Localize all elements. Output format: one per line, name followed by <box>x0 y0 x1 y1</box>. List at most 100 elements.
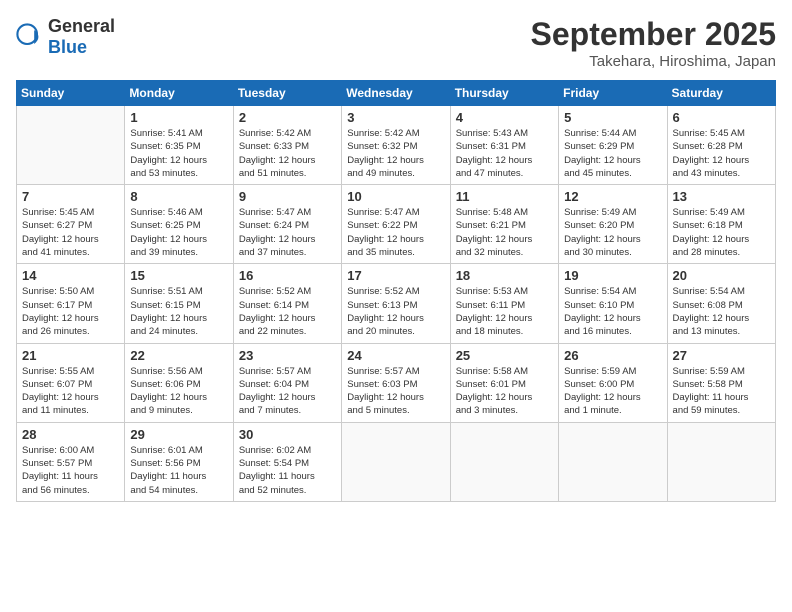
calendar-cell: 20Sunrise: 5:54 AM Sunset: 6:08 PM Dayli… <box>667 264 775 343</box>
day-number: 12 <box>564 189 661 204</box>
week-row-1: 1Sunrise: 5:41 AM Sunset: 6:35 PM Daylig… <box>17 106 776 185</box>
day-detail: Sunrise: 5:50 AM Sunset: 6:17 PM Dayligh… <box>22 285 119 338</box>
day-detail: Sunrise: 6:00 AM Sunset: 5:57 PM Dayligh… <box>22 444 119 497</box>
header-row: SundayMondayTuesdayWednesdayThursdayFrid… <box>17 81 776 106</box>
calendar-cell: 22 Sunrise: 5:56 AM Sunset: 6:06 PM Dayli… <box>125 343 233 422</box>
day-number: 19 <box>564 268 661 283</box>
logo-general-label: General <box>48 16 115 37</box>
day-number: 2 <box>239 110 336 125</box>
logo-blue-label: Blue <box>48 37 115 58</box>
calendar-cell: 16Sunrise: 5:52 AM Sunset: 6:14 PM Dayli… <box>233 264 341 343</box>
calendar-cell: 8Sunrise: 5:46 AM Sunset: 6:25 PM Daylig… <box>125 185 233 264</box>
calendar-cell: 7 Sunrise: 5:45 AM Sunset: 6:27 PM Daylig… <box>17 185 125 264</box>
calendar-cell: 12Sunrise: 5:49 AM Sunset: 6:20 PM Dayli… <box>559 185 667 264</box>
week-row-3: 14 Sunrise: 5:50 AM Sunset: 6:17 PM Dayli… <box>17 264 776 343</box>
calendar-cell: 25 Sunrise: 5:58 AM Sunset: 6:01 PM Dayli… <box>450 343 558 422</box>
calendar-cell: 15 Sunrise: 5:51 AM Sunset: 6:15 PM Dayli… <box>125 264 233 343</box>
calendar-cell: 13Sunrise: 5:49 AM Sunset: 6:18 PM Dayli… <box>667 185 775 264</box>
day-detail: Sunrise: 6:01 AM Sunset: 5:56 PM Dayligh… <box>130 444 227 497</box>
calendar-cell: 9 Sunrise: 5:47 AM Sunset: 6:24 PM Daylig… <box>233 185 341 264</box>
month-title: September 2025 <box>531 16 776 53</box>
calendar-body: 1Sunrise: 5:41 AM Sunset: 6:35 PM Daylig… <box>17 106 776 502</box>
day-detail: Sunrise: 5:42 AM Sunset: 6:32 PM Dayligh… <box>347 127 444 180</box>
day-detail: Sunrise: 5:42 AM Sunset: 6:33 PM Dayligh… <box>239 127 336 180</box>
calendar-cell <box>450 422 558 501</box>
day-detail: Sunrise: 5:43 AM Sunset: 6:31 PM Dayligh… <box>456 127 553 180</box>
calendar-cell: 10Sunrise: 5:47 AM Sunset: 6:22 PM Dayli… <box>342 185 450 264</box>
location: Takehara, Hiroshima, Japan <box>531 53 776 70</box>
day-detail: Sunrise: 5:44 AM Sunset: 6:29 PM Dayligh… <box>564 127 661 180</box>
logo-icon <box>16 23 44 51</box>
day-number: 7 <box>22 189 119 204</box>
calendar-cell <box>342 422 450 501</box>
day-number: 4 <box>456 110 553 125</box>
day-number: 11 <box>456 189 553 204</box>
day-detail: Sunrise: 5:45 AM Sunset: 6:28 PM Dayligh… <box>673 127 770 180</box>
day-number: 17 <box>347 268 444 283</box>
calendar-cell: 26 Sunrise: 5:59 AM Sunset: 6:00 PM Dayli… <box>559 343 667 422</box>
day-number: 24 <box>347 348 444 363</box>
day-number: 5 <box>564 110 661 125</box>
calendar-cell: 17 Sunrise: 5:52 AM Sunset: 6:13 PM Dayli… <box>342 264 450 343</box>
day-detail: Sunrise: 5:52 AM Sunset: 6:13 PM Dayligh… <box>347 285 444 338</box>
day-number: 9 <box>239 189 336 204</box>
calendar-cell: 18 Sunrise: 5:53 AM Sunset: 6:11 PM Dayli… <box>450 264 558 343</box>
column-header-wednesday: Wednesday <box>342 81 450 106</box>
day-detail: Sunrise: 5:51 AM Sunset: 6:15 PM Dayligh… <box>130 285 227 338</box>
day-number: 18 <box>456 268 553 283</box>
week-row-5: 28 Sunrise: 6:00 AM Sunset: 5:57 PM Dayli… <box>17 422 776 501</box>
calendar-cell: 6 Sunrise: 5:45 AM Sunset: 6:28 PM Daylig… <box>667 106 775 185</box>
day-number: 25 <box>456 348 553 363</box>
calendar-cell: 28 Sunrise: 6:00 AM Sunset: 5:57 PM Dayli… <box>17 422 125 501</box>
week-row-2: 7 Sunrise: 5:45 AM Sunset: 6:27 PM Daylig… <box>17 185 776 264</box>
day-detail: Sunrise: 5:49 AM Sunset: 6:18 PM Dayligh… <box>673 206 770 259</box>
day-detail: Sunrise: 5:59 AM Sunset: 5:58 PM Dayligh… <box>673 365 770 418</box>
column-header-sunday: Sunday <box>17 81 125 106</box>
column-header-saturday: Saturday <box>667 81 775 106</box>
column-header-tuesday: Tuesday <box>233 81 341 106</box>
day-detail: Sunrise: 6:02 AM Sunset: 5:54 PM Dayligh… <box>239 444 336 497</box>
calendar-cell: 2 Sunrise: 5:42 AM Sunset: 6:33 PM Daylig… <box>233 106 341 185</box>
day-number: 22 <box>130 348 227 363</box>
column-header-thursday: Thursday <box>450 81 558 106</box>
calendar-cell: 30 Sunrise: 6:02 AM Sunset: 5:54 PM Dayli… <box>233 422 341 501</box>
day-detail: Sunrise: 5:59 AM Sunset: 6:00 PM Dayligh… <box>564 365 661 418</box>
day-number: 21 <box>22 348 119 363</box>
day-number: 14 <box>22 268 119 283</box>
day-detail: Sunrise: 5:57 AM Sunset: 6:04 PM Dayligh… <box>239 365 336 418</box>
calendar-cell: 23 Sunrise: 5:57 AM Sunset: 6:04 PM Dayli… <box>233 343 341 422</box>
calendar-cell: 19 Sunrise: 5:54 AM Sunset: 6:10 PM Dayli… <box>559 264 667 343</box>
calendar-cell: 11 Sunrise: 5:48 AM Sunset: 6:21 PM Dayli… <box>450 185 558 264</box>
calendar-header: SundayMondayTuesdayWednesdayThursdayFrid… <box>17 81 776 106</box>
header: General Blue September 2025 Takehara, Hi… <box>16 16 776 70</box>
day-detail: Sunrise: 5:48 AM Sunset: 6:21 PM Dayligh… <box>456 206 553 259</box>
day-number: 6 <box>673 110 770 125</box>
calendar-cell: 21Sunrise: 5:55 AM Sunset: 6:07 PM Dayli… <box>17 343 125 422</box>
day-detail: Sunrise: 5:56 AM Sunset: 6:06 PM Dayligh… <box>130 365 227 418</box>
logo: General Blue <box>16 16 115 58</box>
week-row-4: 21Sunrise: 5:55 AM Sunset: 6:07 PM Dayli… <box>17 343 776 422</box>
day-detail: Sunrise: 5:45 AM Sunset: 6:27 PM Dayligh… <box>22 206 119 259</box>
day-number: 3 <box>347 110 444 125</box>
day-number: 23 <box>239 348 336 363</box>
day-detail: Sunrise: 5:58 AM Sunset: 6:01 PM Dayligh… <box>456 365 553 418</box>
calendar-cell: 5 Sunrise: 5:44 AM Sunset: 6:29 PM Daylig… <box>559 106 667 185</box>
calendar-cell: 14 Sunrise: 5:50 AM Sunset: 6:17 PM Dayli… <box>17 264 125 343</box>
day-detail: Sunrise: 5:54 AM Sunset: 6:08 PM Dayligh… <box>673 285 770 338</box>
day-detail: Sunrise: 5:53 AM Sunset: 6:11 PM Dayligh… <box>456 285 553 338</box>
day-detail: Sunrise: 5:54 AM Sunset: 6:10 PM Dayligh… <box>564 285 661 338</box>
calendar-cell <box>559 422 667 501</box>
day-number: 28 <box>22 427 119 442</box>
day-number: 26 <box>564 348 661 363</box>
column-header-friday: Friday <box>559 81 667 106</box>
calendar-cell: 24Sunrise: 5:57 AM Sunset: 6:03 PM Dayli… <box>342 343 450 422</box>
day-number: 30 <box>239 427 336 442</box>
day-detail: Sunrise: 5:52 AM Sunset: 6:14 PM Dayligh… <box>239 285 336 338</box>
calendar-cell: 27Sunrise: 5:59 AM Sunset: 5:58 PM Dayli… <box>667 343 775 422</box>
day-number: 15 <box>130 268 227 283</box>
day-detail: Sunrise: 5:47 AM Sunset: 6:24 PM Dayligh… <box>239 206 336 259</box>
day-number: 8 <box>130 189 227 204</box>
calendar-cell: 29Sunrise: 6:01 AM Sunset: 5:56 PM Dayli… <box>125 422 233 501</box>
title-area: September 2025 Takehara, Hiroshima, Japa… <box>531 16 776 70</box>
day-number: 10 <box>347 189 444 204</box>
